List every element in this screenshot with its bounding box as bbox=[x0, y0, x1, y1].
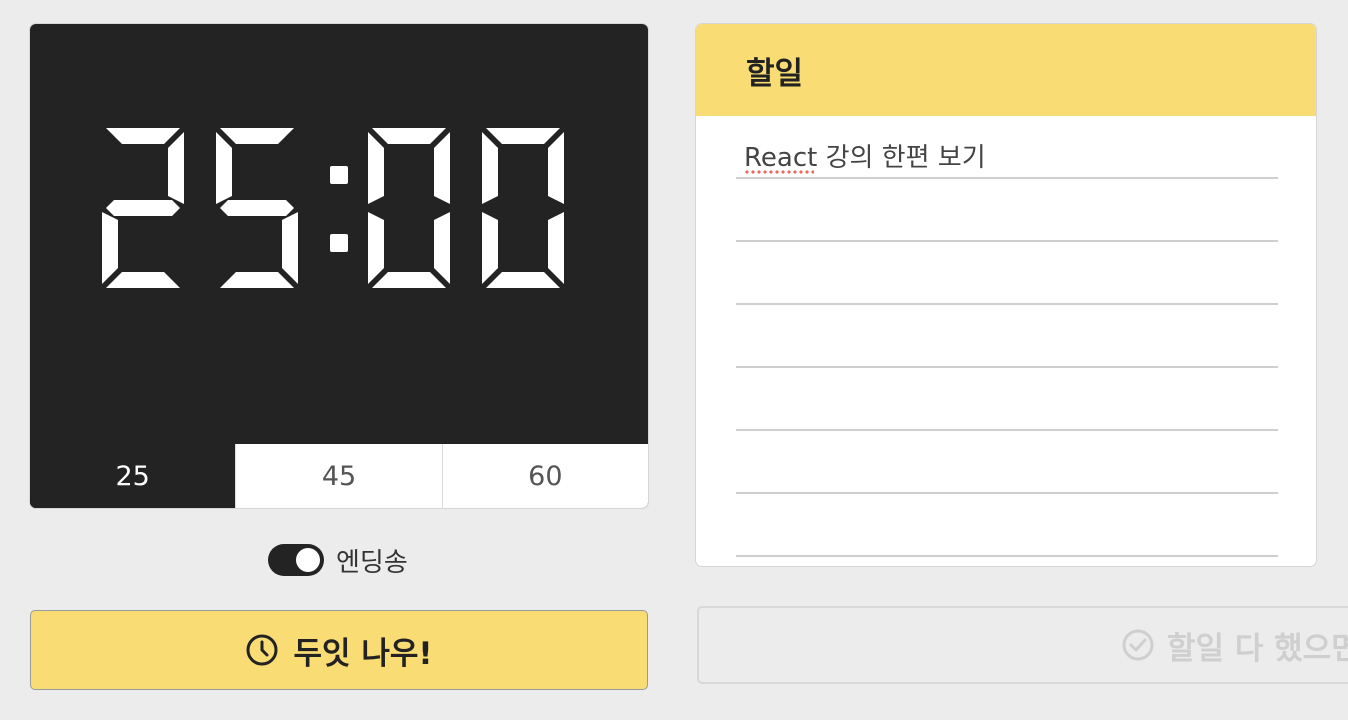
digit-2-segment-e bbox=[368, 212, 384, 284]
done-button[interactable]: 할일 다 했으면 bbox=[697, 606, 1348, 684]
start-button-label: 두잇 나우! bbox=[293, 635, 433, 672]
digit-3-segment-a bbox=[486, 128, 560, 144]
todo-line bbox=[736, 305, 1278, 368]
todo-input[interactable] bbox=[744, 324, 1264, 364]
digit-1-segment-f bbox=[216, 132, 232, 204]
digit-3-segment-b bbox=[548, 132, 564, 204]
digit-2-segment-d bbox=[372, 272, 446, 288]
digit-1-segment-a bbox=[220, 128, 294, 144]
duration-option-45[interactable]: 45 bbox=[235, 444, 442, 508]
digit-1-segment-d bbox=[220, 272, 294, 288]
digit-3-segment-c bbox=[548, 212, 564, 284]
todo-line bbox=[736, 431, 1278, 494]
todo-input[interactable] bbox=[744, 513, 1264, 553]
todo-panel: 할일 bbox=[696, 24, 1316, 566]
digit-2-segment-c bbox=[434, 212, 450, 284]
digit-0-segment-e bbox=[102, 212, 118, 284]
spellcheck-underline bbox=[744, 169, 814, 175]
digit-0-segment-a bbox=[106, 128, 180, 144]
todo-input[interactable] bbox=[744, 198, 1264, 238]
digit-3-segment-d bbox=[486, 272, 560, 288]
ending-song-toggle[interactable] bbox=[268, 544, 324, 576]
duration-option-60[interactable]: 60 bbox=[441, 444, 648, 508]
timer-panel: 25 45 60 bbox=[30, 24, 648, 508]
ending-song-row: 엔딩송 bbox=[268, 542, 408, 578]
digit-3-segment-f bbox=[482, 132, 498, 204]
digit-1-segment-c bbox=[282, 212, 298, 284]
duration-selector: 25 45 60 bbox=[30, 444, 648, 508]
todo-input[interactable] bbox=[744, 387, 1264, 427]
ending-song-label: 엔딩송 bbox=[336, 547, 408, 578]
todo-header: 할일 bbox=[696, 24, 1316, 116]
digit-0-segment-g bbox=[106, 200, 180, 216]
duration-option-25[interactable]: 25 bbox=[30, 444, 236, 508]
clock-icon bbox=[246, 634, 278, 666]
colon-dot-1 bbox=[330, 166, 348, 184]
todo-input[interactable] bbox=[744, 450, 1264, 490]
digit-2-segment-a bbox=[372, 128, 446, 144]
digit-1-segment-g bbox=[220, 200, 294, 216]
digit-2-segment-b bbox=[434, 132, 450, 204]
digit-2-segment-f bbox=[368, 132, 384, 204]
todo-line bbox=[736, 368, 1278, 431]
todo-input[interactable] bbox=[744, 261, 1264, 301]
start-button[interactable]: 두잇 나우! bbox=[30, 610, 648, 690]
colon-dot-2 bbox=[330, 234, 348, 252]
todo-line bbox=[736, 116, 1278, 179]
done-button-label: 할일 다 했으면 bbox=[1167, 630, 1348, 667]
todo-line bbox=[736, 494, 1278, 557]
digit-0-segment-d bbox=[106, 272, 180, 288]
todo-list bbox=[736, 116, 1278, 557]
todo-line bbox=[736, 242, 1278, 305]
check-circle-icon bbox=[1122, 629, 1154, 661]
todo-input[interactable] bbox=[744, 135, 1264, 175]
toggle-knob bbox=[296, 548, 320, 572]
digit-3-segment-e bbox=[482, 212, 498, 284]
timer-display bbox=[30, 24, 648, 444]
todo-line bbox=[736, 179, 1278, 242]
todo-title: 할일 bbox=[746, 55, 804, 92]
digit-0-segment-b bbox=[168, 132, 184, 204]
timer-digits bbox=[102, 128, 564, 288]
